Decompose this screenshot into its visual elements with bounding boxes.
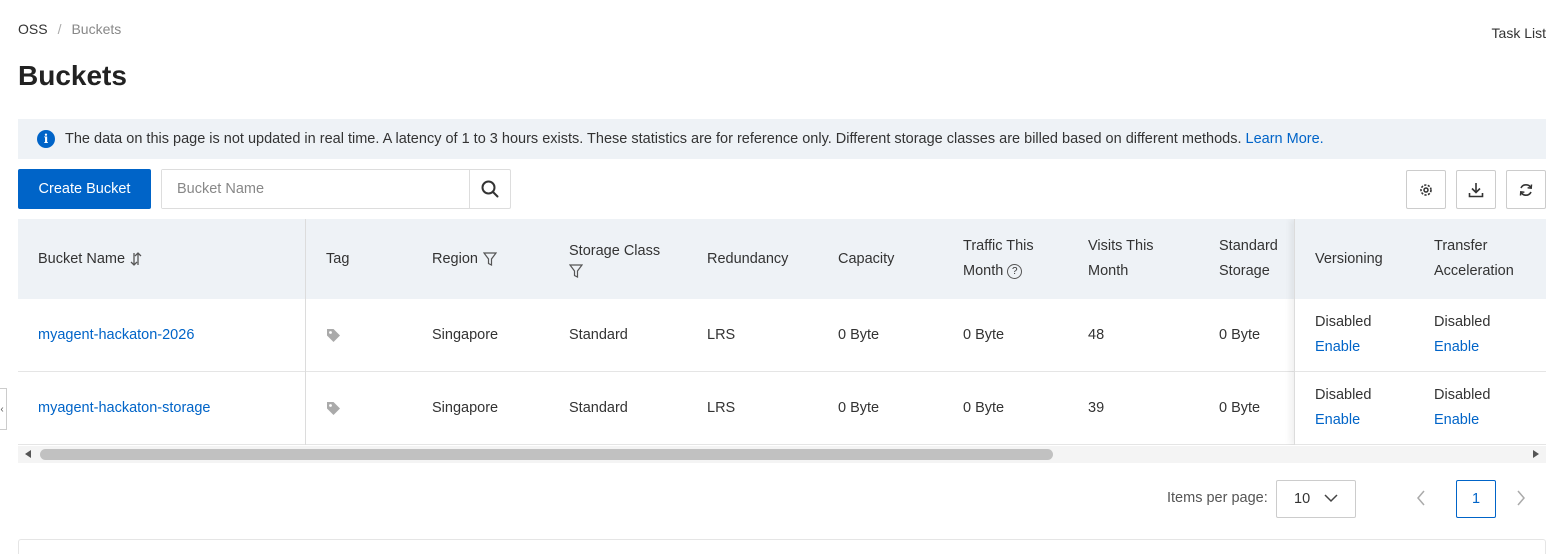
notice-text: The data on this page is not updated in … bbox=[65, 131, 1242, 147]
refresh-icon bbox=[1519, 183, 1533, 196]
region-cell: Singapore bbox=[432, 400, 499, 416]
standard-storage-cell: 0 Byte bbox=[1219, 327, 1261, 343]
visits-cell: 48 bbox=[1088, 327, 1105, 343]
bucket-name-link[interactable]: myagent-hackaton-2026 bbox=[38, 327, 194, 343]
enable-transfer-link[interactable]: Enable bbox=[1434, 408, 1479, 433]
region-cell: Singapore bbox=[432, 327, 499, 343]
col-capacity: Capacity bbox=[838, 250, 895, 267]
page-number-1[interactable]: 1 bbox=[1456, 480, 1496, 518]
download-icon bbox=[1468, 182, 1484, 197]
tag-icon[interactable] bbox=[326, 401, 341, 416]
capacity-cell: 0 Byte bbox=[838, 400, 880, 416]
page-size-select[interactable]: 10 bbox=[1276, 480, 1356, 518]
chevron-down-icon bbox=[1324, 494, 1338, 503]
breadcrumb-oss[interactable]: OSS bbox=[18, 21, 48, 37]
bottom-panel bbox=[18, 539, 1546, 554]
versioning-status: Disabled bbox=[1315, 387, 1372, 403]
traffic-cell: 0 Byte bbox=[963, 327, 1005, 343]
transfer-cell: Disabled Enable bbox=[1434, 372, 1490, 444]
transfer-cell: Disabled Enable bbox=[1434, 299, 1490, 371]
buckets-table: Bucket Name Tag Region Storage Class Red… bbox=[18, 219, 1546, 445]
items-per-page-label: Items per page: bbox=[1167, 490, 1268, 506]
bucket-name-link[interactable]: myagent-hackaton-storage bbox=[38, 400, 211, 416]
col-versioning: Versioning bbox=[1315, 250, 1383, 267]
capacity-cell: 0 Byte bbox=[838, 327, 880, 343]
versioning-cell: Disabled Enable bbox=[1315, 372, 1371, 444]
versioning-status: Disabled bbox=[1315, 314, 1372, 330]
filter-icon[interactable] bbox=[569, 264, 583, 279]
chevron-left-icon bbox=[1417, 490, 1425, 506]
chevron-right-icon bbox=[1517, 490, 1525, 506]
learn-more-link[interactable]: Learn More. bbox=[1246, 131, 1324, 147]
page-title: Buckets bbox=[18, 60, 127, 91]
col-region: Region bbox=[432, 219, 497, 299]
standard-storage-cell: 0 Byte bbox=[1219, 400, 1261, 416]
transfer-status: Disabled bbox=[1434, 314, 1491, 330]
enable-transfer-link[interactable]: Enable bbox=[1434, 335, 1479, 360]
breadcrumb-current: Buckets bbox=[71, 21, 122, 37]
info-icon: i bbox=[37, 130, 55, 148]
visits-cell: 39 bbox=[1088, 400, 1105, 416]
breadcrumb: OSS / Buckets bbox=[18, 21, 121, 37]
tag-icon[interactable] bbox=[326, 328, 341, 343]
breadcrumb-separator: / bbox=[57, 21, 62, 37]
col-tag: Tag bbox=[326, 250, 350, 267]
refresh-button[interactable] bbox=[1506, 170, 1546, 209]
search-icon bbox=[481, 180, 499, 198]
download-button[interactable] bbox=[1456, 170, 1496, 209]
gear-icon bbox=[1420, 183, 1432, 196]
storage-class-cell: Standard bbox=[569, 327, 628, 343]
redundancy-cell: LRS bbox=[707, 400, 736, 416]
col-visits: Visits This Month bbox=[1088, 238, 1154, 279]
traffic-cell: 0 Byte bbox=[963, 400, 1005, 416]
create-bucket-button[interactable]: Create Bucket bbox=[18, 169, 151, 209]
redundancy-cell: LRS bbox=[707, 327, 736, 343]
next-page-button[interactable] bbox=[1516, 489, 1526, 510]
settings-button[interactable] bbox=[1406, 170, 1446, 209]
enable-versioning-link[interactable]: Enable bbox=[1315, 335, 1360, 360]
col-storage-class: Storage Class bbox=[569, 219, 660, 299]
table-header: Bucket Name Tag Region Storage Class Red… bbox=[18, 219, 1546, 299]
table-row: myagent-hackaton-2026 Singapore Standard… bbox=[18, 299, 1546, 372]
side-panel-toggle[interactable]: ‹ bbox=[0, 388, 7, 430]
search-button[interactable] bbox=[469, 170, 510, 208]
chevron-left-icon: ‹ bbox=[0, 403, 4, 415]
horizontal-scrollbar[interactable] bbox=[18, 446, 1546, 463]
help-icon[interactable]: ? bbox=[1007, 263, 1023, 279]
storage-class-cell: Standard bbox=[569, 400, 628, 416]
col-traffic: Traffic This Month? bbox=[963, 238, 1034, 279]
notice-banner: i The data on this page is not updated i… bbox=[18, 119, 1546, 159]
scrollbar-thumb[interactable] bbox=[40, 449, 1053, 460]
table-row: myagent-hackaton-storage Singapore Stand… bbox=[18, 372, 1546, 445]
filter-icon[interactable] bbox=[482, 251, 497, 267]
scroll-right-arrow[interactable] bbox=[1533, 450, 1539, 458]
enable-versioning-link[interactable]: Enable bbox=[1315, 408, 1360, 433]
col-bucket-name[interactable]: Bucket Name bbox=[38, 219, 142, 299]
sort-icon[interactable] bbox=[130, 252, 142, 266]
page-size-value: 10 bbox=[1294, 491, 1311, 507]
task-list-link[interactable]: Task List bbox=[1492, 25, 1546, 41]
scroll-left-arrow[interactable] bbox=[25, 450, 31, 458]
prev-page-button[interactable] bbox=[1416, 489, 1426, 510]
bucket-search-input[interactable] bbox=[162, 170, 469, 208]
transfer-status: Disabled bbox=[1434, 387, 1491, 403]
col-standard-storage: Standard Storage bbox=[1219, 238, 1278, 279]
col-redundancy: Redundancy bbox=[707, 250, 789, 267]
col-transfer-acceleration: Transfer Acceleration bbox=[1434, 238, 1514, 279]
versioning-cell: Disabled Enable bbox=[1315, 299, 1371, 371]
search-box bbox=[161, 169, 511, 209]
